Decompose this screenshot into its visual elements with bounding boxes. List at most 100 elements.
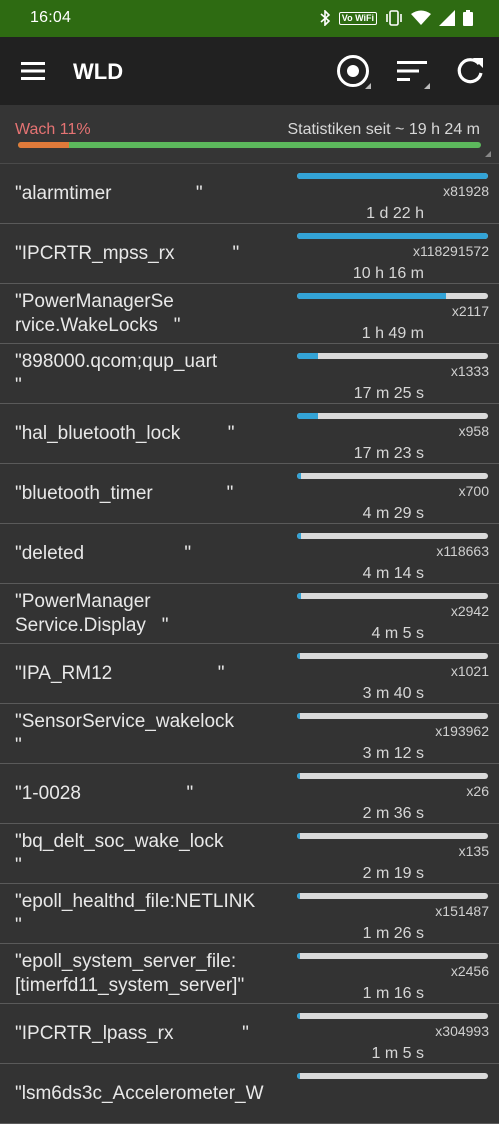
wakelock-progress-fill	[297, 1013, 300, 1019]
wakelock-progress-fill	[297, 833, 300, 839]
wakelock-name: "1-0028 "	[15, 782, 194, 804]
wakelock-progress-bar	[297, 1073, 488, 1079]
wakelock-count: x700	[458, 483, 489, 499]
wakelock-count: x118291572	[412, 243, 489, 259]
app-title: WLD	[73, 59, 124, 84]
wakelock-duration: 17 m 23 s	[353, 445, 424, 462]
wakelock-row[interactable]: "deleted " x118663 4 m 14 s	[0, 524, 499, 584]
wakelock-row[interactable]: "epoll_healthd_file:NETLINK " x151487 1 m …	[0, 884, 499, 944]
wakelock-count: x1021	[450, 663, 489, 679]
wakelock-name: "deleted "	[15, 542, 192, 564]
wakelock-count: x81928	[443, 183, 489, 199]
wakelock-progress-bar	[297, 833, 488, 839]
wakelock-progress-bar	[297, 713, 488, 719]
wakelock-count: x151487	[435, 903, 489, 919]
app-toolbar: WLD	[0, 37, 499, 105]
wakelock-progress-fill	[297, 233, 488, 239]
wakelock-progress-bar	[297, 533, 488, 539]
wakelock-duration: 1 d 22 h	[366, 205, 424, 222]
wakelock-progress-fill	[297, 893, 300, 899]
wakelock-count: x2456	[450, 963, 489, 979]
status-time: 16:04	[30, 9, 72, 26]
wakelock-name: "PowerManagerSe rvice.WakeLocks "	[15, 290, 181, 336]
wakelock-duration: 2 m 36 s	[362, 805, 424, 822]
wakelock-progress-fill	[297, 473, 301, 479]
wakelock-row[interactable]: "bq_delt_soc_wake_lock " x135 2 m 19 s	[0, 824, 499, 884]
sort-icon[interactable]	[394, 53, 430, 89]
wakelock-name: "alarmtimer "	[15, 182, 203, 204]
wakelock-count: x193962	[435, 723, 489, 739]
awake-bar	[18, 142, 481, 148]
menu-icon[interactable]	[20, 59, 46, 83]
wakelock-row[interactable]: "IPCRTR_lpass_rx " x304993 1 m 5 s	[0, 1004, 499, 1064]
wifi-icon	[411, 10, 431, 26]
wakelock-row[interactable]: "bluetooth_timer " x700 4 m 29 s	[0, 464, 499, 524]
wakelock-count: x1333	[450, 363, 489, 379]
awake-label: Wach 11%	[15, 121, 91, 138]
wakelock-row[interactable]: "hal_bluetooth_lock " x958 17 m 23 s	[0, 404, 499, 464]
wakelock-count: x118663	[436, 543, 489, 559]
wakelock-list[interactable]: "alarmtimer " x81928 1 d 22 h "IPCRTR_mpss_…	[0, 164, 499, 1124]
wakelock-duration: 10 h 16 m	[352, 265, 424, 282]
wakelock-progress-bar	[297, 353, 488, 359]
status-bar: 16:04 Vo WiFi	[0, 0, 499, 37]
wakelock-progress-fill	[297, 173, 488, 179]
wakelock-row[interactable]: "PowerManager Service.Display " x2942 4 m …	[0, 584, 499, 644]
wakelock-count: x958	[458, 423, 489, 439]
summary-corner-indicator	[485, 151, 491, 157]
wakelock-progress-bar	[297, 893, 488, 899]
wakelock-progress-fill	[297, 713, 300, 719]
wakelock-duration: 1 m 26 s	[362, 925, 424, 942]
wakelock-duration: 1 m 5 s	[371, 1045, 424, 1062]
refresh-icon[interactable]	[452, 53, 488, 89]
wakelock-duration: 17 m 25 s	[353, 385, 424, 402]
wakelock-progress-fill	[297, 1073, 300, 1079]
wakelock-count: x2117	[451, 303, 489, 319]
target-icon[interactable]	[335, 53, 371, 89]
wakelock-name: "epoll_healthd_file:NETLINK "	[15, 890, 256, 936]
wakelock-progress-bar	[297, 653, 488, 659]
wakelock-progress-bar	[297, 413, 488, 419]
wakelock-name: "PowerManager Service.Display "	[15, 590, 169, 636]
wakelock-name: "IPCRTR_mpss_rx "	[15, 242, 240, 264]
wakelock-row[interactable]: "lsm6ds3c_Accelerometer_W	[0, 1064, 499, 1124]
wakelock-progress-bar	[297, 233, 488, 239]
wakelock-row[interactable]: "898000.qcom;qup_uart " x1333 17 m 25 s	[0, 344, 499, 404]
wakelock-row[interactable]: "epoll_system_server_file: [timerfd11_sy…	[0, 944, 499, 1004]
awake-bar-fill	[18, 142, 69, 148]
wakelock-progress-fill	[297, 953, 300, 959]
wakelock-row[interactable]: "PowerManagerSe rvice.WakeLocks " x2117 1 …	[0, 284, 499, 344]
wakelock-progress-fill	[297, 293, 446, 299]
wakelock-row[interactable]: "1-0028 " x26 2 m 36 s	[0, 764, 499, 824]
wakelock-row[interactable]: "SensorService_wakelock " x193962 3 m 12 s	[0, 704, 499, 764]
wakelock-duration: 1 m 16 s	[362, 985, 424, 1002]
wakelock-duration: 3 m 12 s	[362, 745, 424, 762]
wakelock-progress-fill	[297, 653, 300, 659]
wakelock-name: "IPCRTR_lpass_rx "	[15, 1022, 249, 1044]
bluetooth-icon	[319, 10, 331, 26]
stats-since-label: Statistiken seit ~ 19 h 24 m	[287, 121, 480, 138]
wakelock-count: x26	[466, 783, 489, 799]
wakelock-duration: 4 m 5 s	[371, 625, 424, 642]
wakelock-name: "898000.qcom;qup_uart "	[15, 350, 218, 396]
wakelock-progress-fill	[297, 413, 318, 419]
wakelock-progress-fill	[297, 773, 300, 779]
wakelock-name: "hal_bluetooth_lock "	[15, 422, 235, 444]
wakelock-duration: 1 h 49 m	[361, 325, 424, 342]
wakelock-name: "epoll_system_server_file: [timerfd11_sy…	[15, 950, 245, 996]
wakelock-name: "IPA_RM12 "	[15, 662, 225, 684]
wakelock-row[interactable]: "IPA_RM12 " x1021 3 m 40 s	[0, 644, 499, 704]
wakelock-progress-bar	[297, 173, 488, 179]
wakelock-name: "lsm6ds3c_Accelerometer_W	[15, 1082, 264, 1104]
wakelock-name: "bluetooth_timer "	[15, 482, 234, 504]
wakelock-progress-bar	[297, 293, 488, 299]
wakelock-row[interactable]: "alarmtimer " x81928 1 d 22 h	[0, 164, 499, 224]
wakelock-count: x135	[458, 843, 489, 859]
summary-panel: Wach 11% Statistiken seit ~ 19 h 24 m	[0, 105, 499, 164]
wakelock-progress-bar	[297, 1013, 488, 1019]
wakelock-duration: 4 m 14 s	[362, 565, 424, 582]
wakelock-name: "bq_delt_soc_wake_lock "	[15, 830, 224, 876]
wakelock-row[interactable]: "IPCRTR_mpss_rx " x118291572 10 h 16 m	[0, 224, 499, 284]
status-icons: Vo WiFi	[319, 8, 473, 28]
wakelock-progress-bar	[297, 953, 488, 959]
